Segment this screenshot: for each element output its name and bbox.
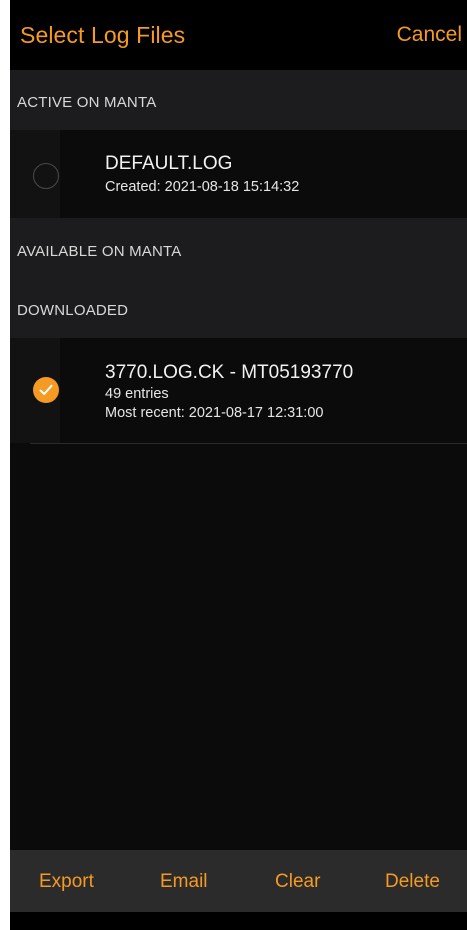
cancel-button[interactable]: Cancel: [397, 23, 462, 47]
checkmark-circle-icon[interactable]: [33, 377, 59, 403]
section-label-available: AVAILABLE ON MANTA: [17, 243, 182, 260]
section-header-active: ACTIVE ON MANTA: [10, 70, 467, 130]
home-indicator-area: [10, 912, 467, 930]
log-row-downloaded[interactable]: 3770.LOG.CK - MT05193770 49 entries Most…: [10, 338, 467, 443]
page-title: Select Log Files: [20, 22, 186, 48]
log-entries-count: 49 entries: [105, 386, 169, 402]
section-label-active: ACTIVE ON MANTA: [17, 94, 157, 111]
navigation-bar: Select Log Files Cancel: [10, 0, 467, 70]
empty-circle-icon[interactable]: [33, 163, 59, 189]
log-files-screen: Select Log Files Cancel ACTIVE ON MANTA …: [10, 0, 467, 930]
bottom-toolbar: Export Email Clear Delete: [10, 850, 467, 912]
email-button[interactable]: Email: [160, 871, 208, 893]
log-most-recent: Most recent: 2021-08-17 12:31:00: [105, 405, 324, 421]
checkmark-icon: [39, 384, 53, 395]
clear-button[interactable]: Clear: [275, 871, 320, 893]
log-created: Created: 2021-08-18 15:14:32: [105, 179, 300, 195]
log-title: 3770.LOG.CK - MT05193770: [105, 362, 354, 383]
row-divider: [30, 443, 467, 444]
log-title: DEFAULT.LOG: [105, 153, 233, 174]
log-row-default[interactable]: DEFAULT.LOG Created: 2021-08-18 15:14:32: [10, 130, 467, 218]
section-header-available: AVAILABLE ON MANTA DOWNLOADED: [10, 218, 467, 338]
export-button[interactable]: Export: [39, 871, 94, 893]
delete-button[interactable]: Delete: [385, 871, 440, 893]
section-label-downloaded: DOWNLOADED: [17, 302, 129, 319]
